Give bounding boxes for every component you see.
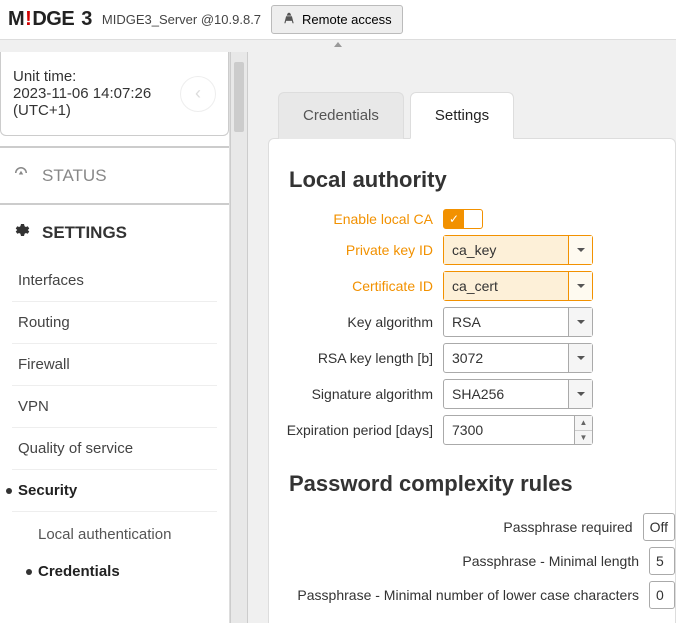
chevron-down-icon: [568, 272, 592, 300]
rsa-key-length-value: 3072: [444, 344, 568, 372]
tab-settings[interactable]: Settings: [410, 92, 514, 139]
antenna-icon: [282, 11, 296, 28]
rsa-key-length-label: RSA key length [b]: [273, 350, 433, 366]
nav-settings-label: SETTINGS: [42, 223, 127, 243]
chevron-down-icon: [568, 308, 592, 336]
nav-item-qos[interactable]: Quality of service: [12, 428, 217, 470]
heading-local-authority: Local authority: [289, 167, 675, 193]
unit-time-card: Unit time: 2023-11-06 14:07:26 (UTC+1) ‹: [0, 52, 229, 136]
passphrase-minlen-label: Passphrase - Minimal length: [462, 553, 639, 569]
nav-settings-header[interactable]: SETTINGS: [0, 205, 229, 260]
check-icon: ✓: [444, 210, 464, 228]
passphrase-required-value: Off: [644, 515, 674, 539]
passphrase-minlen-input[interactable]: 5: [649, 547, 675, 575]
nav-sub-credentials[interactable]: Credentials: [32, 553, 217, 590]
chevron-down-icon: [568, 344, 592, 372]
enable-local-ca-label: Enable local CA: [273, 211, 433, 227]
nav-item-interfaces[interactable]: Interfaces: [12, 260, 217, 302]
chevron-down-icon: [568, 236, 592, 264]
private-key-id-select[interactable]: ca_key: [443, 235, 593, 265]
nav-item-routing[interactable]: Routing: [12, 302, 217, 344]
gear-icon: [12, 221, 30, 244]
key-algorithm-value: RSA: [444, 308, 568, 336]
expiration-period-value: 7300: [444, 418, 574, 442]
nav-item-security[interactable]: Security: [12, 470, 217, 512]
remote-access-button[interactable]: Remote access: [271, 5, 403, 34]
spin-down-icon[interactable]: ▼: [575, 431, 592, 445]
passphrase-minlen-value: 5: [650, 549, 674, 573]
passphrase-required-label: Passphrase required: [503, 519, 632, 535]
logo-suf: DGE: [32, 8, 74, 31]
chevron-left-icon[interactable]: ‹: [180, 76, 216, 112]
heading-password-rules: Password complexity rules: [289, 471, 675, 497]
nav-status-label: STATUS: [42, 166, 107, 186]
scrollbar-thumb[interactable]: [234, 62, 244, 132]
enable-local-ca-toggle[interactable]: ✓: [443, 209, 483, 229]
rsa-key-length-select[interactable]: 3072: [443, 343, 593, 373]
sidebar: Unit time: 2023-11-06 14:07:26 (UTC+1) ‹…: [0, 52, 230, 623]
nav-status-header[interactable]: STATUS: [0, 148, 229, 203]
top-bar: M!DGE 3 MIDGE3_Server @10.9.8.7 Remote a…: [0, 0, 676, 40]
host-label: MIDGE3_Server @10.9.8.7: [102, 12, 261, 27]
scroll-up-icon[interactable]: [0, 40, 676, 52]
logo: M!DGE 3: [8, 8, 92, 31]
signature-algorithm-value: SHA256: [444, 380, 568, 408]
certificate-id-label: Certificate ID: [273, 278, 433, 294]
passphrase-required-select[interactable]: Off: [643, 513, 675, 541]
expiration-period-label: Expiration period [days]: [273, 422, 433, 438]
logo-num: 3: [81, 8, 92, 31]
signature-algorithm-label: Signature algorithm: [273, 386, 433, 402]
nav-item-firewall[interactable]: Firewall: [12, 344, 217, 386]
nav-item-vpn[interactable]: VPN: [12, 386, 217, 428]
spin-up-icon[interactable]: ▲: [575, 416, 592, 431]
content-area: Credentials Settings Local authority Ena…: [248, 52, 676, 623]
passphrase-minlower-label: Passphrase - Minimal number of lower cas…: [297, 587, 639, 603]
tab-credentials[interactable]: Credentials: [278, 92, 404, 139]
private-key-id-label: Private key ID: [273, 242, 433, 258]
key-algorithm-label: Key algorithm: [273, 314, 433, 330]
private-key-id-value: ca_key: [444, 236, 568, 264]
remote-access-label: Remote access: [302, 12, 392, 27]
gauge-icon: [12, 164, 30, 187]
nav-sub-local-auth[interactable]: Local authentication: [32, 516, 217, 553]
expiration-period-input[interactable]: 7300 ▲ ▼: [443, 415, 593, 445]
scrollbar-vertical[interactable]: [230, 52, 248, 623]
logo-pref: M: [8, 8, 24, 31]
certificate-id-value: ca_cert: [444, 272, 568, 300]
signature-algorithm-select[interactable]: SHA256: [443, 379, 593, 409]
certificate-id-select[interactable]: ca_cert: [443, 271, 593, 301]
panel-settings: Local authority Enable local CA ✓ Privat…: [268, 138, 676, 623]
logo-exclaim: !: [25, 8, 31, 31]
tabs: Credentials Settings: [278, 92, 676, 139]
key-algorithm-select[interactable]: RSA: [443, 307, 593, 337]
passphrase-minlower-value: 0: [650, 583, 674, 607]
chevron-down-icon: [568, 380, 592, 408]
passphrase-minlower-input[interactable]: 0: [649, 581, 675, 609]
